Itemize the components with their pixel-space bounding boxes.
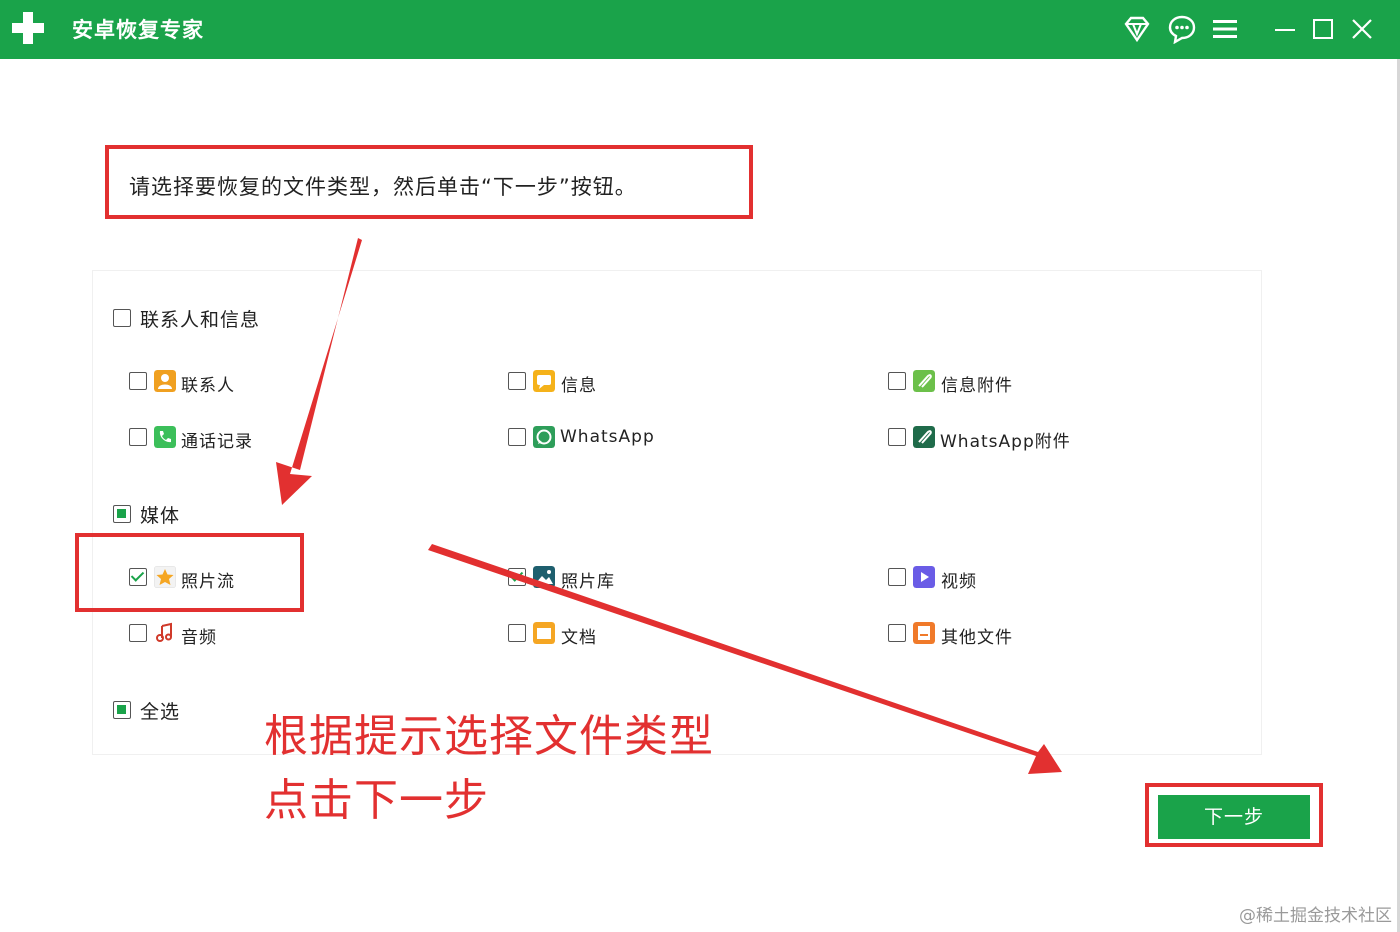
photo-stream-highlight bbox=[75, 533, 304, 612]
audio-checkbox[interactable] bbox=[129, 624, 147, 642]
title-bar: 安卓恢复专家 bbox=[0, 0, 1400, 59]
minimize-icon[interactable] bbox=[1270, 14, 1300, 44]
photo-library-label[interactable]: 照片库 bbox=[561, 567, 615, 592]
photo-library-checkbox[interactable] bbox=[508, 568, 526, 586]
select-all-checkbox[interactable] bbox=[113, 701, 131, 719]
video-icon bbox=[913, 566, 935, 588]
annotation-line-1: 根据提示选择文件类型 bbox=[264, 711, 714, 762]
video-label[interactable]: 视频 bbox=[941, 567, 977, 592]
documents-checkbox[interactable] bbox=[508, 624, 526, 642]
select-all-label[interactable]: 全选 bbox=[140, 697, 180, 724]
group-media-label[interactable]: 媒体 bbox=[140, 501, 180, 528]
group-contacts-messages-label[interactable]: 联系人和信息 bbox=[140, 305, 260, 332]
contacts-checkbox[interactable] bbox=[129, 372, 147, 390]
group-media-checkbox[interactable] bbox=[113, 505, 131, 523]
app-title: 安卓恢复专家 bbox=[72, 18, 204, 42]
contacts-icon bbox=[154, 370, 176, 392]
video-checkbox[interactable] bbox=[888, 568, 906, 586]
watermark: @稀土掘金技术社区 bbox=[1239, 906, 1392, 926]
photo-library-icon bbox=[533, 566, 555, 588]
plus-logo-icon bbox=[12, 12, 44, 44]
menu-icon[interactable] bbox=[1210, 14, 1240, 44]
instruction-text: 请选择要恢复的文件类型，然后单击“下一步”按钮。 bbox=[105, 145, 753, 219]
other-files-checkbox[interactable] bbox=[888, 624, 906, 642]
chat-icon[interactable] bbox=[1167, 14, 1197, 44]
call-log-label[interactable]: 通话记录 bbox=[181, 427, 253, 452]
documents-label[interactable]: 文档 bbox=[561, 623, 597, 648]
whatsapp-attachments-label[interactable]: WhatsApp附件 bbox=[940, 427, 1071, 452]
whatsapp-attachments-icon bbox=[913, 426, 935, 448]
contacts-label[interactable]: 联系人 bbox=[181, 371, 235, 396]
messages-label[interactable]: 信息 bbox=[561, 371, 597, 396]
documents-icon bbox=[533, 622, 555, 644]
other-files-label[interactable]: 其他文件 bbox=[941, 623, 1013, 648]
audio-icon bbox=[156, 622, 172, 642]
message-attachments-icon bbox=[913, 370, 935, 392]
messages-icon bbox=[533, 370, 555, 392]
call-log-icon bbox=[154, 426, 176, 448]
whatsapp-attachments-checkbox[interactable] bbox=[888, 428, 906, 446]
message-attachments-checkbox[interactable] bbox=[888, 372, 906, 390]
whatsapp-label[interactable]: WhatsApp bbox=[560, 427, 655, 447]
next-button[interactable]: 下一步 bbox=[1158, 795, 1310, 839]
other-files-icon bbox=[913, 622, 935, 644]
file-type-panel bbox=[92, 270, 1262, 755]
messages-checkbox[interactable] bbox=[508, 372, 526, 390]
whatsapp-checkbox[interactable] bbox=[508, 428, 526, 446]
audio-label[interactable]: 音频 bbox=[181, 623, 217, 648]
group-contacts-messages-checkbox[interactable] bbox=[113, 309, 131, 327]
annotation-line-2: 点击下一步 bbox=[264, 775, 489, 826]
close-icon[interactable] bbox=[1347, 14, 1377, 44]
maximize-icon[interactable] bbox=[1308, 14, 1338, 44]
whatsapp-icon bbox=[533, 426, 555, 448]
call-log-checkbox[interactable] bbox=[129, 428, 147, 446]
message-attachments-label[interactable]: 信息附件 bbox=[941, 371, 1013, 396]
diamond-icon[interactable] bbox=[1122, 14, 1152, 44]
